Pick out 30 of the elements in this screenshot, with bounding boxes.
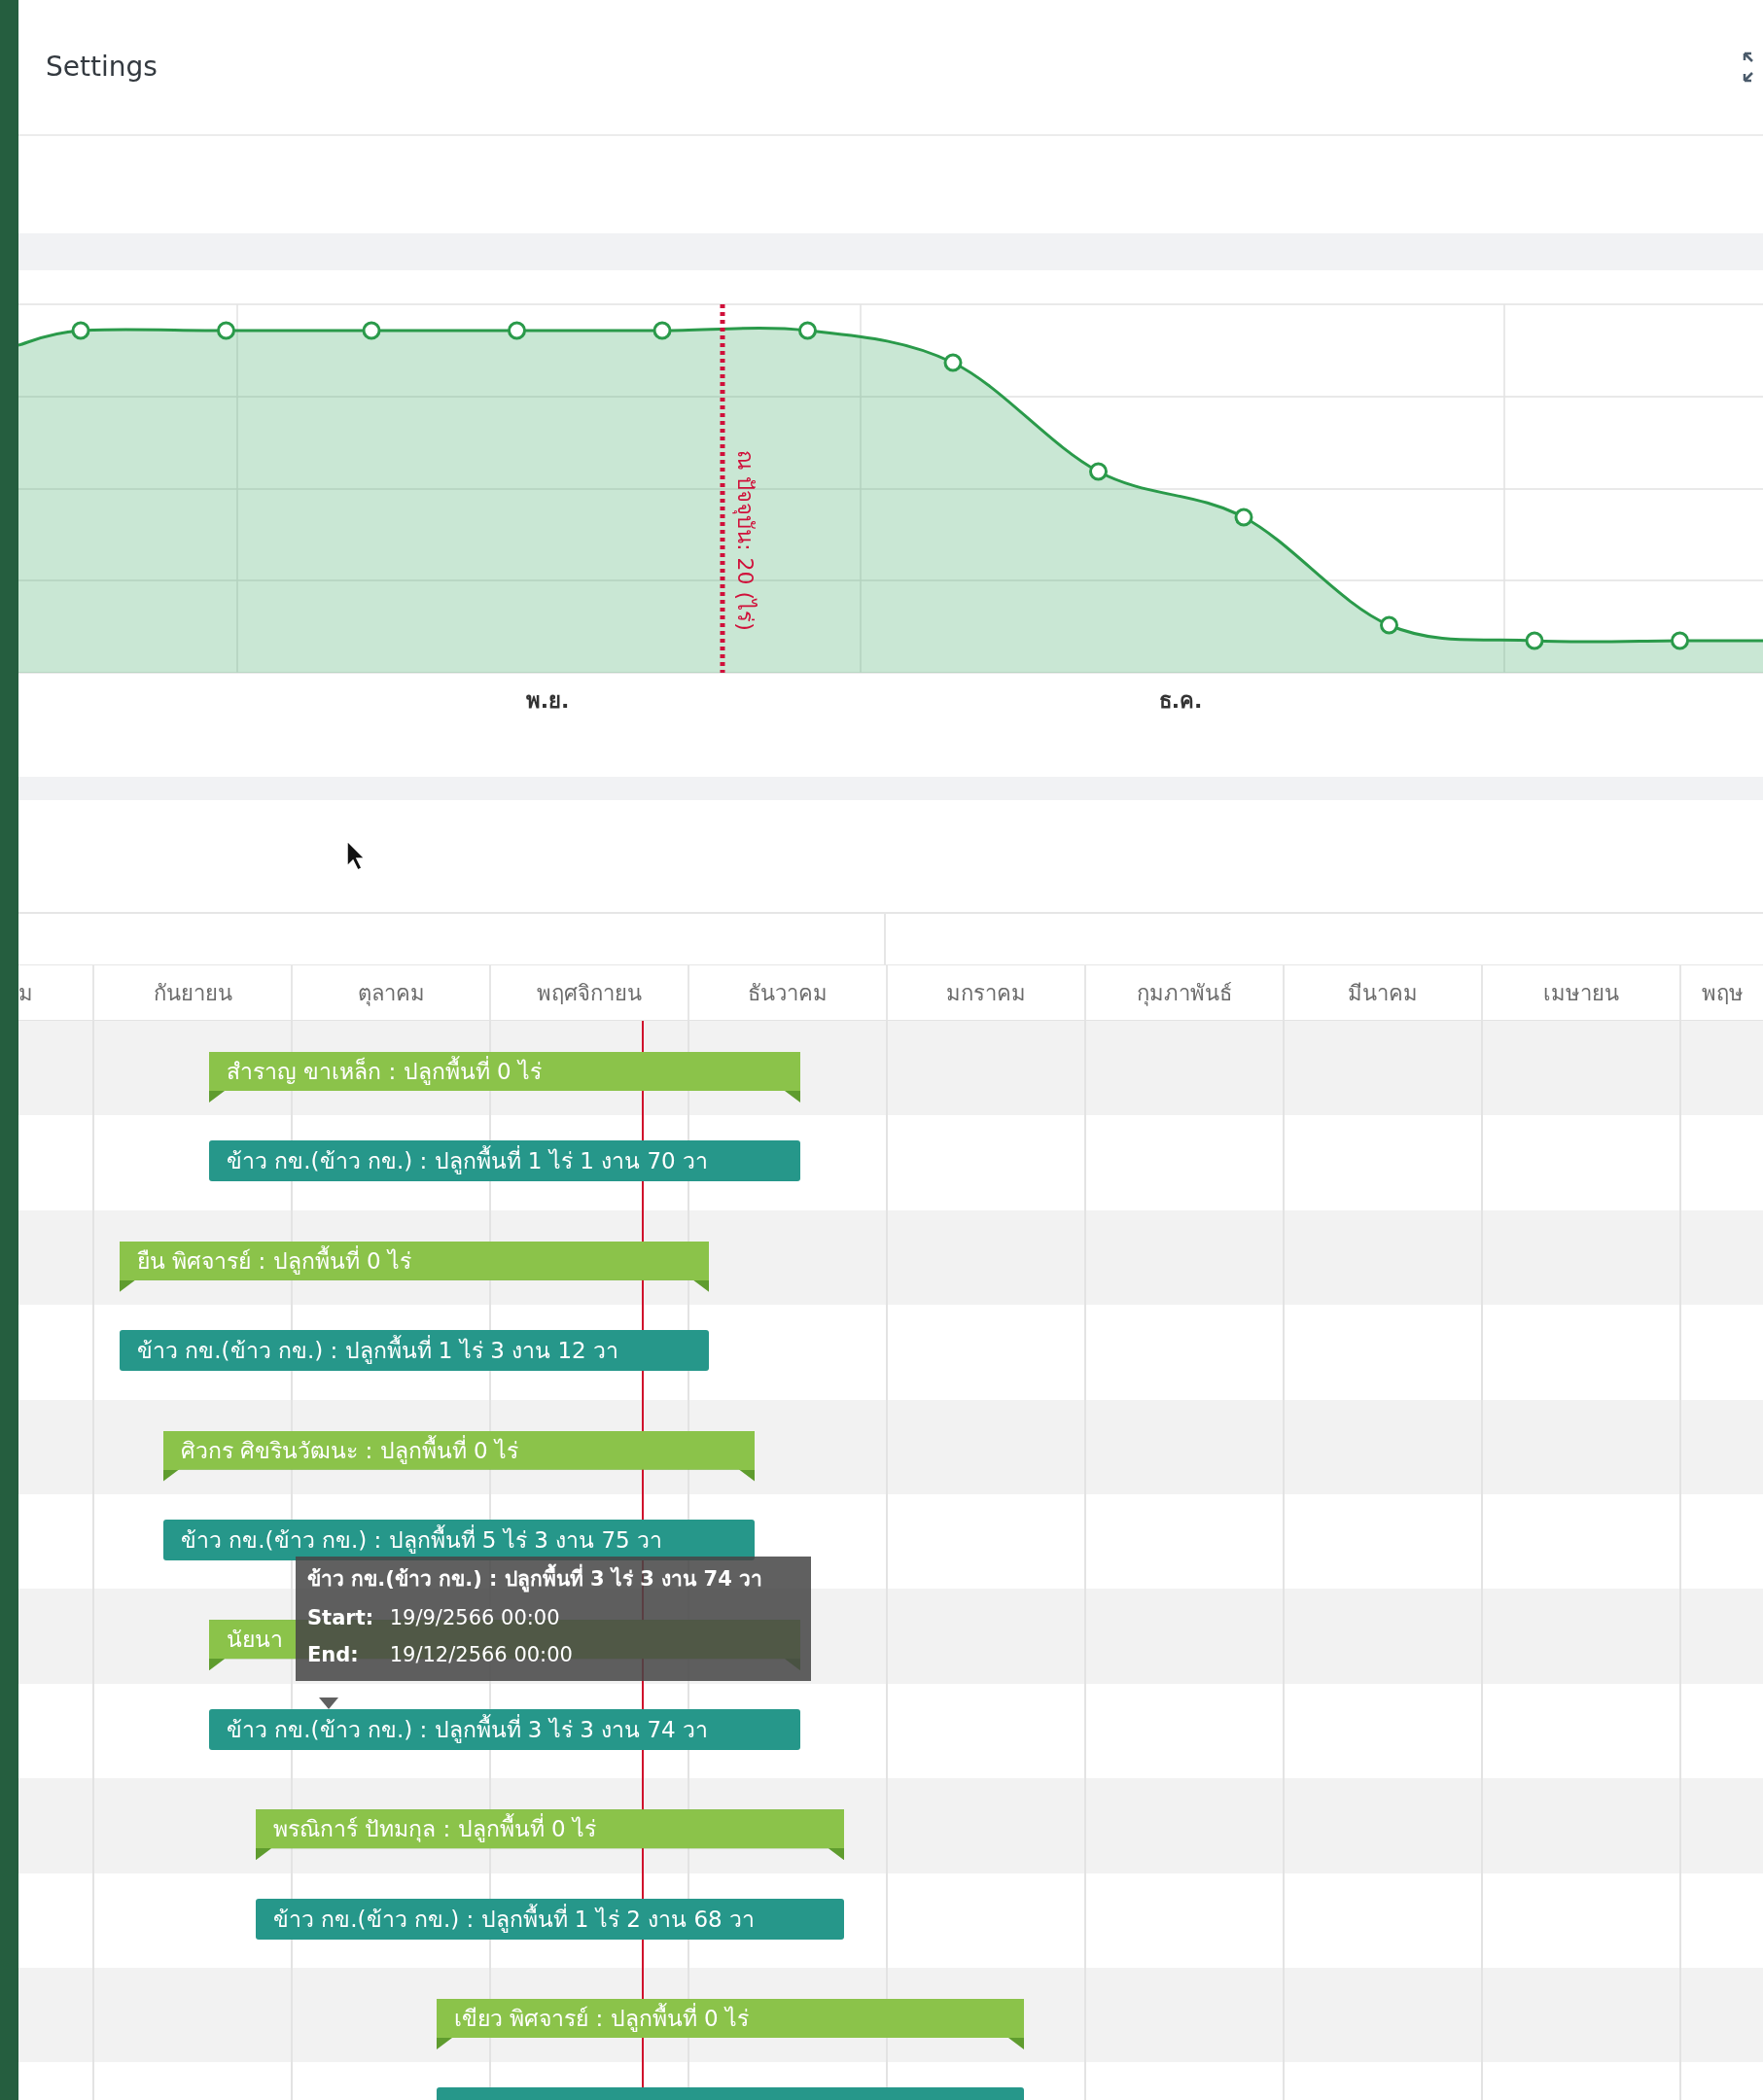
- axis-label: พ.ย.: [525, 688, 570, 713]
- month-label: เมษายน: [1543, 979, 1619, 1007]
- axis-label: ธ.ค.: [1158, 688, 1203, 713]
- tooltip-key: End:: [307, 1635, 383, 1673]
- panel-title: Settings: [46, 50, 158, 85]
- crop-bar[interactable]: ข้าว กข.(ข้าว กข.) : ปลูกพื้นที่ 1 ไร่ 1 งาน 70 วา: [209, 1140, 800, 1182]
- month-label: ตุลาคม: [357, 979, 425, 1008]
- crop-bar[interactable]: ข้าว กข.(ข้าว กข.) : ปลูกพื้นที่ 1 ไร่ 3 งาน 12 วา: [120, 1330, 709, 1372]
- month-label: กุมภาพันธ์: [1137, 979, 1232, 1008]
- farmer-bar[interactable]: ยืน พิศจารย์ : ปลูกพื้นที่ 0 ไร่: [120, 1241, 709, 1292]
- farmer-bar[interactable]: พรณิการ์ ปัทมกุล : ปลูกพื้นที่ 0 ไร่: [256, 1809, 844, 1861]
- tooltip-value: 19/12/2566 00:00: [389, 1642, 573, 1666]
- month-label: ธันวาคม: [748, 979, 828, 1007]
- month-label: กันยายน: [153, 979, 232, 1007]
- month-label: มกราคม: [946, 979, 1026, 1007]
- month-label: พฤศจิกายน: [537, 979, 642, 1007]
- crop-bar[interactable]: ข้าว กข.(ข้าว กข.) : ปลูกพื้นที่ 3 ไร่ 3 งาน 74 วา: [209, 1708, 800, 1750]
- farmer-bar[interactable]: ศิวกร ศิขรินวัฒนะ : ปลูกพื้นที่ 0 ไร่: [163, 1430, 755, 1482]
- crop-bar[interactable]: ข้าว กข.(ข้าว กข.) : ปลูกพื้นที่ 1 ไร่ 2 งาน 68 วา: [256, 1898, 844, 1940]
- marker-label: ณ ปัจจุบัน: 20 (ไร่): [733, 450, 758, 631]
- tooltip-value: 19/9/2566 00:00: [389, 1605, 560, 1629]
- farmer-bar[interactable]: สำราญ ขาเหล็ก : ปลูกพื้นที่ 0 ไร่: [209, 1052, 800, 1102]
- month-label: มีนาคม: [1348, 979, 1418, 1007]
- month-label: พฤษ: [1701, 979, 1744, 1007]
- tooltip-title: ข้าว กข.(ข้าว กข.) : ปลูกพื้นที่ 3 ไร่ 3 งาน 74 วา: [307, 1564, 799, 1595]
- month-label: ม: [18, 979, 33, 1007]
- farmer-bar[interactable]: เขียว พิศจารย์ : ปลูกพื้นที่ 0 ไร่: [437, 1998, 1024, 2049]
- crop-bar[interactable]: ข้าว กข.(ข้าว กข.) : ปลูกพื้นที่ 5 ไร่ 3 งาน 75 วา: [163, 1519, 755, 1560]
- tooltip-key: Start:: [307, 1598, 383, 1636]
- tooltip-pointer: [319, 1698, 338, 1709]
